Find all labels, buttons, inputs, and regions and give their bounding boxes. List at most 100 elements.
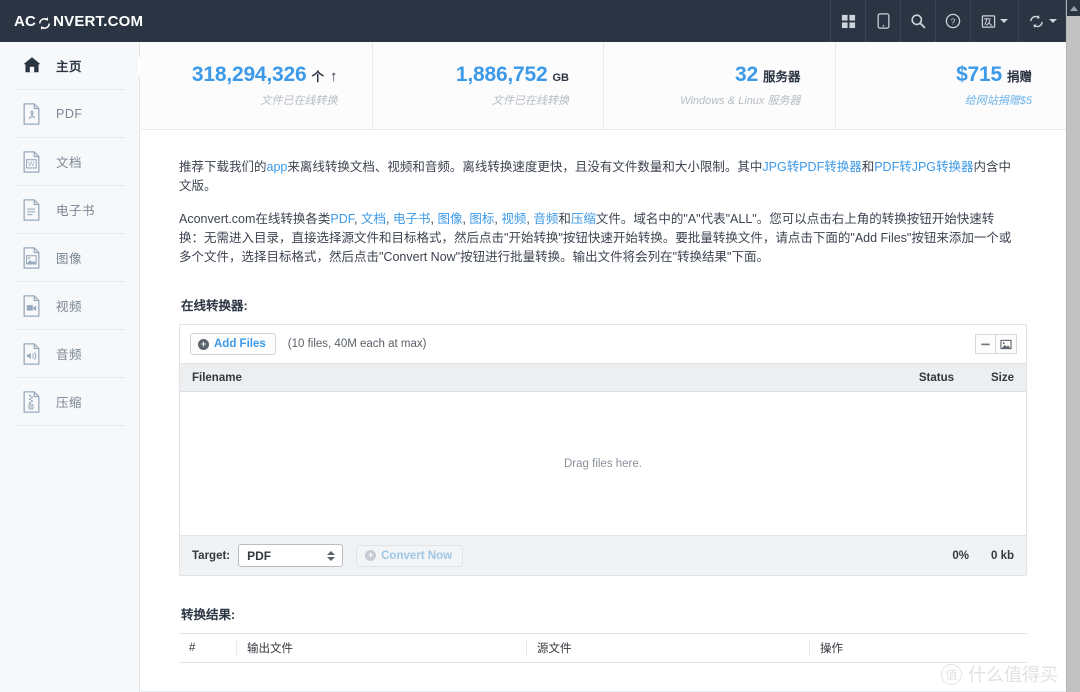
thumbnail-view-icon[interactable]: [996, 334, 1017, 354]
logo-text-prefix: AC: [14, 12, 37, 30]
svg-text:W: W: [28, 161, 35, 168]
tablet-icon[interactable]: [865, 0, 900, 42]
watermark: 值 什么值得买: [941, 661, 1058, 687]
link-icon[interactable]: 图标: [469, 212, 494, 226]
page-root: AC NVERT.COM ? 主页 PDF W 文档 电子书 图像 视频 音频 …: [0, 0, 1080, 692]
results-column-action: 操作: [809, 640, 1027, 656]
stat-unit: 个: [311, 70, 324, 84]
stat-data-converted: 1,886,752 GB 文件已在线转换: [373, 42, 604, 129]
sidebar-item-video[interactable]: 视频: [14, 282, 125, 330]
site-logo[interactable]: AC NVERT.COM: [0, 0, 159, 42]
sidebar-item-audio[interactable]: 音频: [14, 330, 125, 378]
pdf-file-icon: [22, 102, 42, 125]
archive-file-icon: [22, 390, 42, 413]
arrow-up-icon: ↑: [330, 68, 338, 85]
video-file-icon: [22, 294, 42, 317]
convert-now-label: Convert Now: [381, 549, 453, 562]
add-files-label: Add Files: [214, 338, 266, 350]
audio-file-icon: [22, 342, 42, 365]
file-drop-zone[interactable]: Drag files here.: [180, 392, 1026, 535]
sidebar-item-pdf[interactable]: PDF: [14, 90, 125, 138]
target-label: Target:: [192, 549, 231, 562]
stat-unit: 服务器: [762, 70, 801, 84]
language-icon[interactable]: [970, 0, 1018, 42]
link-video[interactable]: 视频: [501, 212, 526, 226]
target-format-value: PDF: [247, 548, 272, 563]
stat-files-converted: 318,294,326 个 ↑ 文件已在线转换: [141, 42, 373, 129]
list-view-icon[interactable]: [975, 334, 996, 354]
word-file-icon: W: [22, 150, 42, 173]
search-icon[interactable]: [900, 0, 935, 42]
convert-icon[interactable]: [1018, 0, 1066, 42]
donate-link[interactable]: 给网站捐赠$5: [965, 92, 1032, 108]
sidebar-item-document[interactable]: W 文档: [14, 138, 125, 186]
view-toggle-group: [975, 334, 1017, 354]
sidebar-item-label: 图像: [56, 252, 83, 266]
converter-footer: Target: PDF + Convert Now 0% 0 kb: [180, 535, 1026, 575]
ebook-file-icon: [22, 198, 42, 221]
stat-number: 1,886,752: [455, 63, 548, 86]
results-column-output: 输出文件: [236, 640, 526, 656]
link-pdf[interactable]: PDF: [330, 212, 354, 226]
stat-value-row: 32 服务器: [735, 63, 800, 87]
link-audio[interactable]: 音频: [533, 212, 558, 226]
watermark-logo-icon: 值: [941, 663, 962, 685]
converter-section-title: 在线转换器:: [181, 299, 248, 313]
progress-value: 0%: [952, 549, 969, 562]
drop-zone-text: Drag files here.: [564, 457, 642, 470]
link-image[interactable]: 图像: [437, 212, 462, 226]
p1-text-1: 推荐下载我们的: [179, 160, 267, 174]
target-format-select[interactable]: PDF: [238, 544, 344, 567]
sidebar-item-archive[interactable]: 压缩: [14, 378, 125, 426]
chevron-down-icon: [1048, 19, 1057, 23]
stat-unit: 捐赠: [1006, 70, 1032, 84]
results-table-header: # 输出文件 源文件 操作: [179, 633, 1027, 663]
link-archive[interactable]: 压缩: [571, 212, 596, 226]
sidebar-item-ebook[interactable]: 电子书: [14, 186, 125, 234]
stat-value-row: $715 捐赠: [956, 63, 1032, 87]
sidebar: 主页 PDF W 文档 电子书 图像 视频 音频 压缩: [0, 42, 150, 692]
sidebar-item-label: 电子书: [56, 204, 96, 218]
chevron-up-icon: [1070, 5, 1078, 11]
app-link[interactable]: app: [267, 160, 288, 174]
logo-text-suffix: NVERT.COM: [53, 12, 144, 30]
stat-donation: $715 捐赠 给网站捐赠$5: [836, 42, 1067, 129]
stat-sublabel: Windows & Linux 服务器: [680, 95, 801, 107]
add-files-button[interactable]: + Add Files: [190, 333, 276, 355]
sidebar-item-label: 音频: [56, 348, 83, 362]
column-size: Size: [990, 371, 1014, 384]
jpg-to-pdf-link[interactable]: JPG转PDF转换器: [762, 160, 861, 174]
sidebar-item-label: 主页: [56, 60, 83, 74]
total-size-value: 0 kb: [990, 549, 1014, 562]
stat-unit: GB: [552, 72, 570, 84]
stat-sublabel: 文件已在线转换: [492, 95, 569, 107]
pdf-to-jpg-link[interactable]: PDF转JPG转换器: [874, 160, 973, 174]
link-document[interactable]: 文档: [361, 212, 386, 226]
svg-text:?: ?: [951, 16, 956, 26]
plus-circle-icon: +: [365, 550, 377, 561]
stat-servers: 32 服务器 Windows & Linux 服务器: [604, 42, 836, 129]
stat-number: 318,294,326: [191, 63, 307, 86]
stats-bar: 318,294,326 个 ↑ 文件已在线转换 1,886,752 GB 文件已…: [141, 42, 1066, 130]
column-filename: Filename: [192, 371, 242, 384]
navbar-actions: ?: [830, 0, 1066, 42]
link-ebook[interactable]: 电子书: [393, 212, 431, 226]
chevron-down-icon: [1000, 19, 1008, 23]
main-content: 推荐下载我们的app来离线转换文档、视频和音频。离线转换速度更快，且没有文件数量…: [141, 130, 1066, 692]
page-scrollbar[interactable]: [1066, 0, 1080, 692]
intro-paragraph-2: Aconvert.com在线转换各类PDF, 文档, 电子书, 图像, 图标, …: [179, 212, 1012, 264]
sidebar-item-image[interactable]: 图像: [14, 234, 125, 282]
image-file-icon: [22, 246, 42, 269]
p2-text-1: Aconvert.com在线转换各类: [179, 212, 331, 226]
results-column-index: #: [189, 642, 196, 654]
convert-now-button[interactable]: + Convert Now: [356, 544, 464, 567]
converter-toolbar: + Add Files (10 files, 40M each at max): [180, 325, 1026, 364]
stepper-icon: [327, 550, 336, 561]
sidebar-item-home[interactable]: 主页: [14, 42, 150, 90]
help-icon[interactable]: ?: [935, 0, 970, 42]
grid-icon[interactable]: [830, 0, 865, 42]
scroll-up-button[interactable]: [1067, 0, 1080, 16]
add-files-hint: (10 files, 40M each at max): [287, 338, 427, 350]
stat-sublabel: 文件已在线转换: [260, 95, 338, 107]
logo-cycle-icon: [37, 16, 52, 31]
